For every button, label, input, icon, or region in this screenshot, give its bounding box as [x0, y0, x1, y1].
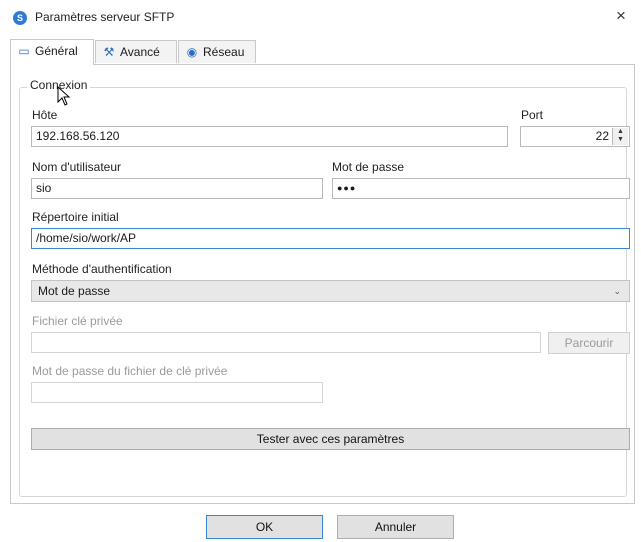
- private-key-input[interactable]: [31, 332, 541, 353]
- port-value: 22: [595, 129, 609, 143]
- username-input[interactable]: sio: [31, 178, 323, 199]
- tab-general-label: Général: [35, 44, 78, 58]
- tab-general[interactable]: ▭ Général: [10, 39, 94, 65]
- title-bar: S Paramètres serveur SFTP ×: [0, 0, 641, 36]
- password-label: Mot de passe: [332, 160, 405, 174]
- port-label: Port: [521, 108, 544, 122]
- sftp-settings-dialog: S Paramètres serveur SFTP × ▭ Général ⚒ Av…: [0, 0, 641, 542]
- tab-avance[interactable]: ⚒ Avancé: [95, 40, 177, 63]
- host-input[interactable]: 192.168.56.120: [31, 126, 508, 147]
- auth-method-select[interactable]: Mot de passe ⌄: [31, 280, 630, 302]
- monitor-icon: ▭: [18, 44, 30, 58]
- test-settings-button[interactable]: Tester avec ces paramètres: [31, 428, 630, 450]
- key-password-label: Mot de passe du fichier de clé privée: [32, 364, 228, 378]
- auth-method-label: Méthode d'authentification: [32, 262, 172, 276]
- cancel-button[interactable]: Annuler: [337, 515, 454, 539]
- password-input[interactable]: ●●●: [332, 178, 630, 199]
- port-input[interactable]: 22 ▲ ▼: [520, 126, 630, 147]
- close-button[interactable]: ×: [609, 4, 633, 28]
- chevron-down-icon: ⌄: [613, 286, 621, 296]
- browse-button[interactable]: Parcourir: [548, 332, 630, 354]
- key-password-input[interactable]: [31, 382, 323, 403]
- username-label: Nom d'utilisateur: [32, 160, 121, 174]
- ok-button[interactable]: OK: [206, 515, 323, 539]
- app-icon: S: [13, 11, 27, 25]
- mouse-cursor-icon: [57, 86, 71, 106]
- initial-directory-input[interactable]: /home/sio/work/AP: [31, 228, 630, 249]
- wrench-icon: ⚒: [103, 45, 115, 59]
- private-key-label: Fichier clé privée: [32, 314, 123, 328]
- tab-reseau-label: Réseau: [203, 45, 245, 59]
- tab-reseau[interactable]: ◉ Réseau: [178, 40, 256, 63]
- port-spinner[interactable]: ▲ ▼: [612, 128, 628, 145]
- host-label: Hôte: [32, 108, 58, 122]
- initial-directory-label: Répertoire initial: [32, 210, 119, 224]
- auth-method-value: Mot de passe: [38, 284, 111, 298]
- window-title: Paramètres serveur SFTP: [35, 10, 175, 24]
- network-icon: ◉: [186, 45, 198, 59]
- tab-avance-label: Avancé: [120, 45, 160, 59]
